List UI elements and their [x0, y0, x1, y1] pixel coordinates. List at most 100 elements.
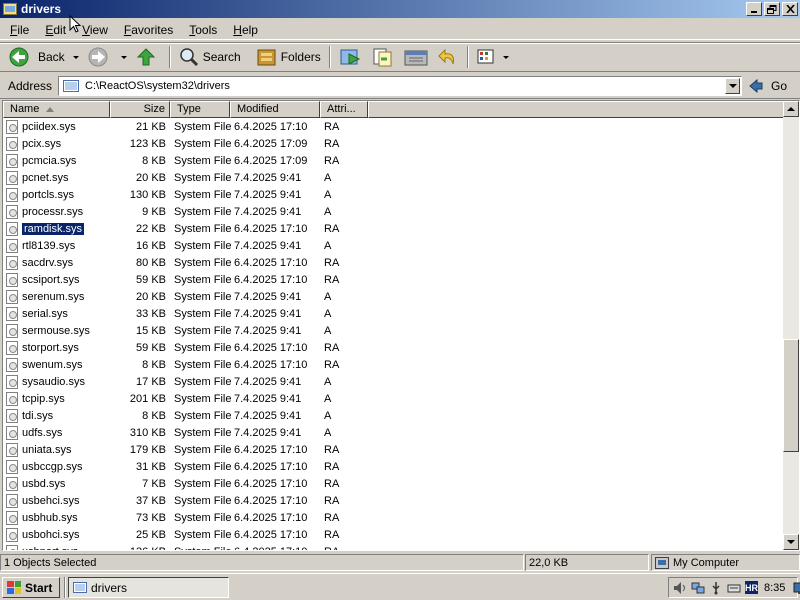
menu-favorites[interactable]: Favorites	[114, 23, 179, 37]
table-row[interactable]: usbehci.sys 37 KB System File 6.4.2025 17:1…	[3, 492, 785, 509]
menu-tools[interactable]: Tools	[179, 23, 223, 37]
search-button[interactable]: Search	[175, 44, 245, 70]
file-name-cell[interactable]: pciidex.sys	[3, 119, 110, 134]
address-dropdown-button[interactable]	[725, 78, 740, 94]
file-name-cell[interactable]: usbhub.sys	[3, 510, 110, 525]
table-row[interactable]: usbport.sys 136 KBSystem File6.4.2025 17:…	[3, 543, 785, 550]
start-button[interactable]: Start	[2, 577, 60, 598]
file-name-cell[interactable]: usbd.sys	[3, 476, 110, 491]
file-name-cell[interactable]: pcix.sys	[3, 136, 110, 151]
table-row[interactable]: processr.sys 9 KB System File 7.4.2025 9:41…	[3, 203, 785, 220]
language-indicator[interactable]: HR	[745, 581, 758, 594]
scrollbar-thumb[interactable]	[783, 339, 799, 452]
table-row[interactable]: scsiport.sys 59 KB System File 6.4.2025 17:…	[3, 271, 785, 288]
file-name-cell[interactable]: sacdrv.sys	[3, 255, 110, 270]
table-row[interactable]: serial.sys 33 KB System File 7.4.2025 9:41 A	[3, 305, 785, 322]
table-row[interactable]: pcmcia.sys 8 KB System File 6.4.2025 17:09 R…	[3, 152, 785, 169]
file-name-cell[interactable]: portcls.sys	[3, 187, 110, 202]
column-header-modified[interactable]: Modified	[230, 101, 320, 118]
file-name-cell[interactable]: sermouse.sys	[3, 323, 110, 338]
views-dropdown-arrow[interactable]	[502, 55, 509, 59]
file-name-cell[interactable]: scsiport.sys	[3, 272, 110, 287]
file-name-cell[interactable]: pcmcia.sys	[3, 153, 110, 168]
scroll-down-button[interactable]	[783, 534, 799, 550]
table-row[interactable]: pcix.sys 123 KB System File 6.4.2025 17:09 R…	[3, 135, 785, 152]
table-row[interactable]: usbohci.sys 25 KB System File 6.4.2025 17:1…	[3, 526, 785, 543]
table-row[interactable]: rtl8139.sys 16 KB System File 7.4.2025 9:41…	[3, 237, 785, 254]
column-header-attributes[interactable]: Attri...	[320, 101, 368, 118]
menu-edit[interactable]: Edit	[35, 23, 72, 37]
back-dropdown-arrow[interactable]	[72, 55, 79, 59]
column-header-size[interactable]: Size	[110, 101, 170, 118]
table-row[interactable]: portcls.sys 130 KB System File 7.4.2025 9:4…	[3, 186, 785, 203]
file-size: 73 KB	[136, 511, 166, 524]
file-name-cell[interactable]: uniata.sys	[3, 442, 110, 457]
file-name-cell[interactable]: serenum.sys	[3, 289, 110, 304]
table-row[interactable]: pcnet.sys 20 KB System File 7.4.2025 9:41 A	[3, 169, 785, 186]
file-name-cell[interactable]: usbccgp.sys	[3, 459, 110, 474]
table-row[interactable]: usbd.sys 7 KB System File 6.4.2025 17:10 RA	[3, 475, 785, 492]
table-row[interactable]: ramdisk.sys 22 KB System File 6.4.2025 17:1…	[3, 220, 785, 237]
file-type: System File	[174, 443, 232, 456]
file-name-cell[interactable]: storport.sys	[3, 340, 110, 355]
file-name-cell[interactable]: usbohci.sys	[3, 527, 110, 542]
menu-help[interactable]: Help	[223, 23, 264, 37]
undo-button[interactable]	[433, 44, 463, 70]
table-row[interactable]: uniata.sys 179 KB System File 6.4.2025 17:1…	[3, 441, 785, 458]
file-name-cell[interactable]: usbport.sys	[3, 544, 110, 550]
copy-to-button[interactable]	[367, 44, 399, 70]
file-name-cell[interactable]: serial.sys	[3, 306, 110, 321]
file-name-cell[interactable]: processr.sys	[3, 204, 110, 219]
file-modified: 6.4.2025 17:10	[234, 273, 308, 286]
table-row[interactable]: udfs.sys 310 KB System File 7.4.2025 9:41 A	[3, 424, 785, 441]
maximize-button[interactable]	[764, 2, 780, 16]
speaker-icon[interactable]	[673, 581, 687, 595]
table-row[interactable]: sermouse.sys 15 KB System File 7.4.2025 9:4…	[3, 322, 785, 339]
file-name-cell[interactable]: usbehci.sys	[3, 493, 110, 508]
menu-view[interactable]: View	[72, 23, 114, 37]
delete-button[interactable]	[399, 44, 433, 70]
folders-button[interactable]: Folders	[253, 44, 325, 70]
forward-button[interactable]	[83, 44, 117, 70]
title-bar[interactable]: drivers	[0, 0, 800, 18]
table-row[interactable]: sysaudio.sys 17 KB System File 7.4.2025 9:4…	[3, 373, 785, 390]
file-name-cell[interactable]: udfs.sys	[3, 425, 110, 440]
file-name-cell[interactable]: swenum.sys	[3, 357, 110, 372]
minimize-button[interactable]	[746, 2, 762, 16]
file-name-cell[interactable]: pcnet.sys	[3, 170, 110, 185]
network-icon[interactable]	[691, 581, 705, 595]
table-row[interactable]: storport.sys 59 KB System File 6.4.2025 17:…	[3, 339, 785, 356]
menu-file[interactable]: File	[0, 23, 35, 37]
vertical-scrollbar[interactable]	[783, 101, 799, 550]
move-to-button[interactable]	[335, 44, 367, 70]
usb-icon[interactable]	[709, 581, 723, 595]
taskbar-item-drivers[interactable]: drivers	[68, 577, 229, 598]
table-row[interactable]: swenum.sys 8 KB System File 6.4.2025 17:10 R…	[3, 356, 785, 373]
file-name-cell[interactable]: tdi.sys	[3, 408, 110, 423]
back-button[interactable]: Back	[0, 44, 69, 70]
table-row[interactable]: pciidex.sys 21 KB System File 6.4.2025 17:1…	[3, 118, 785, 135]
file-name-cell[interactable]: rtl8139.sys	[3, 238, 110, 253]
file-name-cell[interactable]: ramdisk.sys	[3, 221, 110, 236]
views-button[interactable]	[473, 44, 499, 70]
table-row[interactable]: sacdrv.sys 80 KB System File 6.4.2025 17:10…	[3, 254, 785, 271]
clock[interactable]: 8:35	[764, 582, 785, 594]
forward-dropdown-arrow[interactable]	[120, 55, 127, 59]
keyboard-icon[interactable]	[727, 581, 741, 595]
column-header-type[interactable]: Type	[170, 101, 230, 118]
scroll-up-button[interactable]	[783, 101, 799, 117]
file-list[interactable]: Name Size Type Modified Attri... pciidex…	[2, 100, 800, 551]
address-input[interactable]: C:\ReactOS\system32\drivers	[58, 76, 742, 96]
column-header-name[interactable]: Name	[3, 101, 110, 118]
table-row[interactable]: tcpip.sys 201 KB System File 7.4.2025 9:41 A	[3, 390, 785, 407]
table-row[interactable]: usbhub.sys 73 KB System File 6.4.2025 17:10…	[3, 509, 785, 526]
table-row[interactable]: tdi.sys 8 KB System File 7.4.2025 9:41 A	[3, 407, 785, 424]
table-row[interactable]: serenum.sys 20 KB System File 7.4.2025 9:41…	[3, 288, 785, 305]
close-button[interactable]	[782, 2, 798, 16]
up-button[interactable]	[131, 44, 165, 70]
go-button[interactable]: Go	[748, 76, 787, 96]
table-row[interactable]: usbccgp.sys 31 KB System File 6.4.2025 17:1…	[3, 458, 785, 475]
file-name-cell[interactable]: tcpip.sys	[3, 391, 110, 406]
desktop-icon[interactable]	[793, 581, 800, 595]
file-name-cell[interactable]: sysaudio.sys	[3, 374, 110, 389]
